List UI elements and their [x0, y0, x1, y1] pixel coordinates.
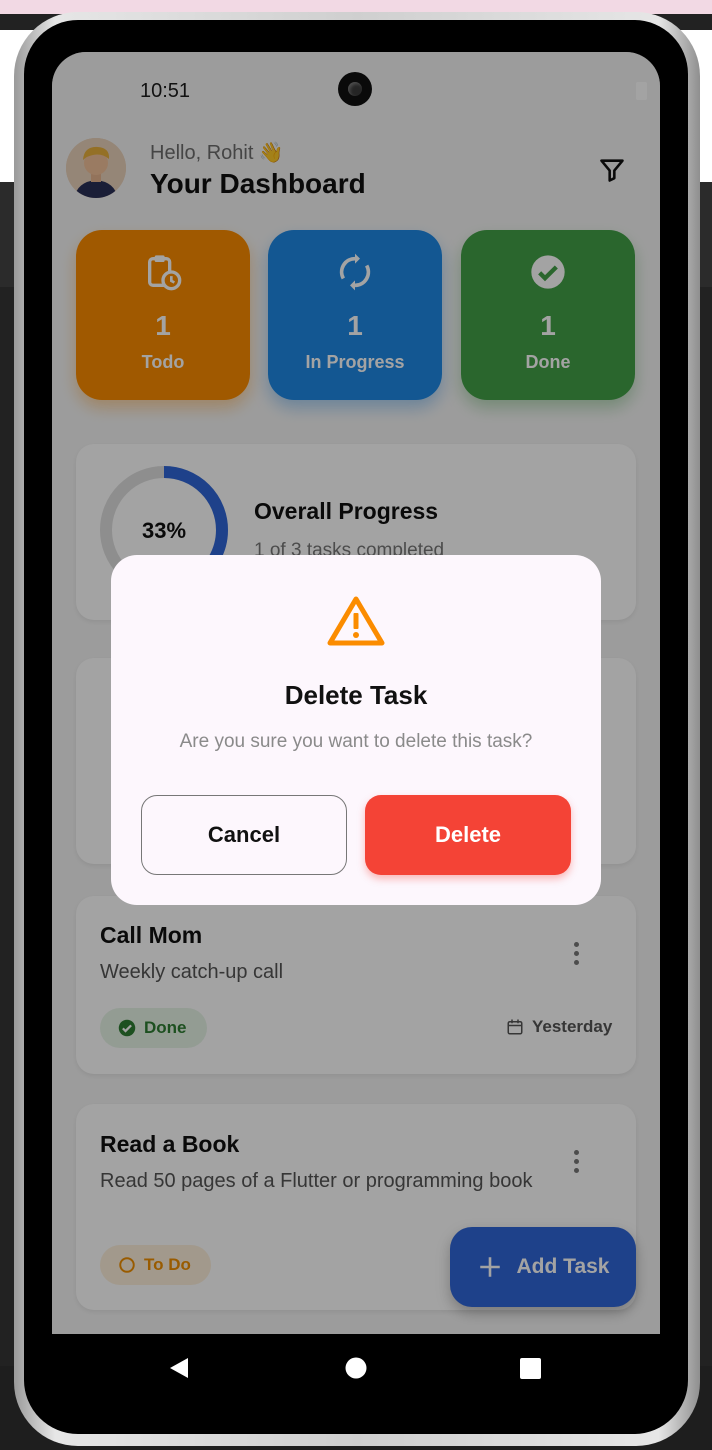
delete-button[interactable]: Delete: [365, 795, 571, 875]
warning-icon: [327, 596, 385, 646]
delete-task-dialog: Delete Task Are you sure you want to del…: [111, 555, 601, 905]
recents-icon[interactable]: [520, 1358, 541, 1379]
back-icon[interactable]: [168, 1356, 190, 1380]
cancel-button[interactable]: Cancel: [141, 795, 347, 875]
home-icon[interactable]: [345, 1357, 367, 1379]
system-nav-bar: [52, 1334, 660, 1402]
dialog-title: Delete Task: [284, 680, 428, 710]
dialog-message: Are you sure you want to delete this tas…: [179, 731, 533, 752]
app-screen: 10:51 Hello, Rohit 👋 Your Dashboard 1 To…: [52, 52, 660, 1334]
